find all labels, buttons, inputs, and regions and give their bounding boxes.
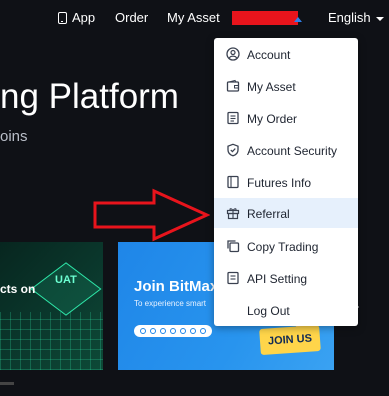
annotation-arrow-icon [93,188,210,242]
menu-item-futures-info[interactable]: Futures Info [214,167,358,197]
menu-item-account[interactable]: Account [214,39,358,69]
app-link[interactable]: App [58,10,95,25]
menu-item-label: Referral [247,207,290,221]
menu-item-label: Copy Trading [247,240,319,254]
banner-uat[interactable]: UAT cts on [0,242,103,370]
my-asset-link[interactable]: My Asset [167,10,220,25]
app-label: App [72,10,96,25]
shield-icon [227,143,239,157]
top-nav: App Order My Asset English [0,0,389,36]
join-us-badge: JOIN US [259,324,321,356]
dot [180,328,186,334]
menu-item-label: Account Security [247,144,338,158]
dot [200,328,206,334]
gift-icon [226,208,240,220]
menu-item-label: Account [247,48,291,62]
menu-item-account-security[interactable]: Account Security [214,135,358,165]
dot [160,328,166,334]
api-doc-icon [227,271,239,285]
uat-chip-label: UAT [55,274,77,286]
dots-pill-decoration [134,325,212,337]
menu-item-label: My Order [247,112,298,126]
language-label: English [328,10,371,25]
user-circle-icon [226,47,240,61]
order-link[interactable]: Order [115,10,148,25]
banner-uat-text: cts on [0,282,36,296]
hero-subtitle: oins [0,128,28,145]
banner-join-title: Join BitMax [134,278,219,295]
dot [170,328,176,334]
menu-item-label: Log Out [247,304,290,318]
menu-item-referral[interactable]: Referral [214,198,358,228]
futures-book-icon [227,175,239,189]
menu-item-label: My Asset [247,80,296,94]
menu-item-copy-trading[interactable]: Copy Trading [214,231,358,261]
chevron-down-icon [375,16,384,21]
wallet-icon [226,79,240,92]
copy-icon [227,240,240,253]
menu-item-api-setting[interactable]: API Setting [214,263,358,293]
menu-item-my-asset[interactable]: My Asset [214,71,358,101]
menu-item-label: Futures Info [247,176,312,190]
menu-item-label: API Setting [247,272,308,286]
language-selector[interactable]: English [328,10,384,25]
dot [150,328,156,334]
dot [140,328,146,334]
dropdown-pointer-icon [294,17,302,22]
account-dropdown-menu: Account My Asset My Order Account Securi… [214,38,358,326]
phone-icon [58,11,67,24]
carousel-indicator[interactable] [0,382,14,385]
document-list-icon [227,111,239,125]
banner-join-subtitle: To experience smart [134,299,207,308]
chip-icon [30,262,102,316]
hero-title: ng Platform [0,77,179,116]
dot [190,328,196,334]
redacted-username[interactable] [232,11,298,25]
circuit-grid-decoration [0,312,103,370]
menu-item-my-order[interactable]: My Order [214,103,358,133]
menu-item-log-out[interactable]: Log Out [214,295,358,325]
